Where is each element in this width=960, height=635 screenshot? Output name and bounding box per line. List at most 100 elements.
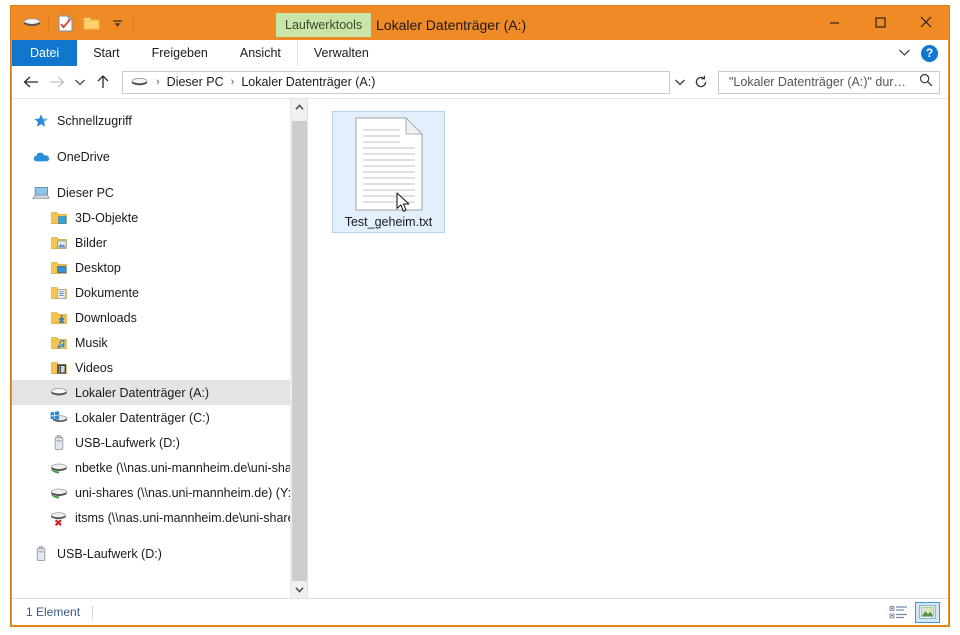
quick-access-toolbar: [11, 11, 137, 35]
sidebar-item-itsms-nas-uni-mannheim-de-uni-shar[interactable]: itsms (\\nas.uni-mannheim.de\uni-shares: [12, 505, 307, 530]
navigation-scrollbar[interactable]: [290, 99, 307, 598]
breadcrumb[interactable]: › Dieser PC › Lokaler Datenträger (A:): [122, 71, 670, 94]
new-folder-icon[interactable]: [78, 11, 104, 35]
folder-videos-icon: [48, 361, 70, 375]
navigation-list: Schnellzugriff OneDrive Dieser PC 3D-Objekt…: [12, 99, 307, 566]
sidebar-item-schnellzugriff[interactable]: Schnellzugriff: [12, 108, 307, 133]
usb-drive-icon: [30, 546, 52, 562]
sidebar-item-downloads[interactable]: Downloads: [12, 305, 307, 330]
sidebar-item-label: Bilder: [75, 236, 107, 250]
tab-start[interactable]: Start: [77, 40, 135, 66]
file-name-label: Test_geheim.txt: [345, 215, 433, 229]
network-drive-disconnected-icon: [48, 510, 70, 526]
folder-downloads-icon: [48, 311, 70, 325]
close-button[interactable]: [903, 6, 949, 38]
sidebar-item-desktop[interactable]: Desktop: [12, 255, 307, 280]
search-box[interactable]: [718, 71, 940, 94]
sidebar-item-label: 3D-Objekte: [75, 211, 138, 225]
windows-drive-icon: [48, 411, 70, 425]
search-input[interactable]: [727, 74, 919, 90]
breadcrumb-item-dieser-pc[interactable]: Dieser PC: [165, 75, 226, 89]
sidebar-item-nbetke-nas-uni-mannheim-de-uni-sha[interactable]: nbetke (\\nas.uni-mannheim.de\uni-shar: [12, 455, 307, 480]
sidebar-item-label: USB-Laufwerk (D:): [75, 436, 180, 450]
sidebar-item-usb-laufwerk-d[interactable]: USB-Laufwerk (D:): [12, 541, 307, 566]
file-list-pane[interactable]: Test_geheim.txt: [307, 99, 948, 598]
sidebar-item-label: OneDrive: [57, 150, 110, 164]
breadcrumb-dropdown-icon[interactable]: [670, 71, 690, 94]
star-icon: [30, 113, 52, 129]
chevron-down-icon[interactable]: [898, 44, 911, 62]
address-bar-row: › Dieser PC › Lokaler Datenträger (A:): [12, 66, 948, 98]
large-icons-view-button[interactable]: [915, 602, 940, 623]
cloud-icon: [30, 150, 52, 163]
folder-desktop-icon: [48, 261, 70, 275]
drive-icon[interactable]: [19, 11, 45, 35]
sidebar-item-label: Downloads: [75, 311, 137, 325]
tab-verwalten[interactable]: Verwalten: [297, 40, 385, 66]
scroll-up-icon[interactable]: [291, 99, 307, 116]
network-drive-icon: [48, 486, 70, 500]
qat-separator-1: [48, 15, 49, 31]
sidebar-item-label: Desktop: [75, 261, 121, 275]
folder-documents-icon: [48, 286, 70, 300]
up-button[interactable]: [90, 69, 116, 95]
file-item[interactable]: Test_geheim.txt: [332, 111, 445, 233]
ribbon-tab-strip: Datei Start Freigeben Ansicht Verwalten …: [12, 40, 948, 66]
back-button[interactable]: [18, 69, 44, 95]
pc-icon: [30, 186, 52, 200]
sidebar-group-gap: [12, 169, 307, 180]
explorer-window: Laufwerktools Lokaler Datenträger (A:) D…: [10, 5, 950, 627]
sidebar-item-lokaler-datentr-ger-a[interactable]: Lokaler Datenträger (A:): [12, 380, 307, 405]
sidebar-item-label: uni-shares (\\nas.uni-mannheim.de) (Y:): [75, 486, 295, 500]
sidebar-item-usb-laufwerk-d[interactable]: USB-Laufwerk (D:): [12, 430, 307, 455]
sidebar-item-3d-objekte[interactable]: 3D-Objekte: [12, 205, 307, 230]
sidebar-item-label: Dieser PC: [57, 186, 114, 200]
sidebar-item-label: Dokumente: [75, 286, 139, 300]
sidebar-item-videos[interactable]: Videos: [12, 355, 307, 380]
breadcrumb-separator-1[interactable]: ›: [226, 76, 240, 88]
folder-music-icon: [48, 336, 70, 350]
tab-datei[interactable]: Datei: [12, 40, 77, 66]
view-toggle-group: [886, 602, 940, 623]
help-icon[interactable]: ?: [921, 45, 938, 62]
scroll-down-icon[interactable]: [291, 581, 307, 598]
details-view-button[interactable]: [886, 602, 911, 623]
refresh-icon[interactable]: [690, 71, 712, 94]
window-title: Lokaler Datenträger (A:): [376, 13, 526, 37]
navigation-pane: Schnellzugriff OneDrive Dieser PC 3D-Objekt…: [12, 99, 307, 598]
scrollbar-thumb[interactable]: [292, 121, 307, 584]
minimize-button[interactable]: [811, 6, 857, 38]
sidebar-group-gap: [12, 530, 307, 541]
sidebar-item-dokumente[interactable]: Dokumente: [12, 280, 307, 305]
folder-pictures-icon: [48, 236, 70, 250]
breadcrumb-item-drive-a[interactable]: Lokaler Datenträger (A:): [239, 75, 377, 89]
title-bar: Laufwerktools Lokaler Datenträger (A:): [11, 6, 949, 40]
forward-button[interactable]: [44, 69, 70, 95]
ribbon-right-controls: ?: [898, 40, 948, 66]
status-separator: [92, 606, 93, 619]
sidebar-item-uni-shares-nas-uni-mannheim-de-y[interactable]: uni-shares (\\nas.uni-mannheim.de) (Y:): [12, 480, 307, 505]
tab-freigeben[interactable]: Freigeben: [136, 40, 224, 66]
sidebar-item-label: Musik: [75, 336, 108, 350]
sidebar-group-gap: [12, 133, 307, 144]
folder-3d-icon: [48, 211, 70, 225]
sidebar-item-bilder[interactable]: Bilder: [12, 230, 307, 255]
properties-icon[interactable]: [52, 11, 78, 35]
tab-ansicht[interactable]: Ansicht: [224, 40, 297, 66]
sidebar-item-lokaler-datentr-ger-c[interactable]: Lokaler Datenträger (C:): [12, 405, 307, 430]
chevron-down-icon[interactable]: [104, 11, 130, 35]
status-bar: 1 Element: [12, 598, 948, 625]
sidebar-item-label: itsms (\\nas.uni-mannheim.de\uni-shares: [75, 511, 301, 525]
text-file-icon: [350, 116, 428, 212]
search-icon[interactable]: [919, 73, 933, 92]
item-count-label: 1 Element: [26, 605, 80, 619]
sidebar-item-dieser-pc[interactable]: Dieser PC: [12, 180, 307, 205]
sidebar-item-onedrive[interactable]: OneDrive: [12, 144, 307, 169]
recent-locations-icon[interactable]: [70, 69, 90, 95]
sidebar-item-label: USB-Laufwerk (D:): [57, 547, 162, 561]
sidebar-item-musik[interactable]: Musik: [12, 330, 307, 355]
sidebar-item-label: Videos: [75, 361, 113, 375]
usb-drive-icon: [48, 435, 70, 451]
maximize-button[interactable]: [857, 6, 903, 38]
contextual-tab-title: Laufwerktools: [276, 13, 371, 37]
